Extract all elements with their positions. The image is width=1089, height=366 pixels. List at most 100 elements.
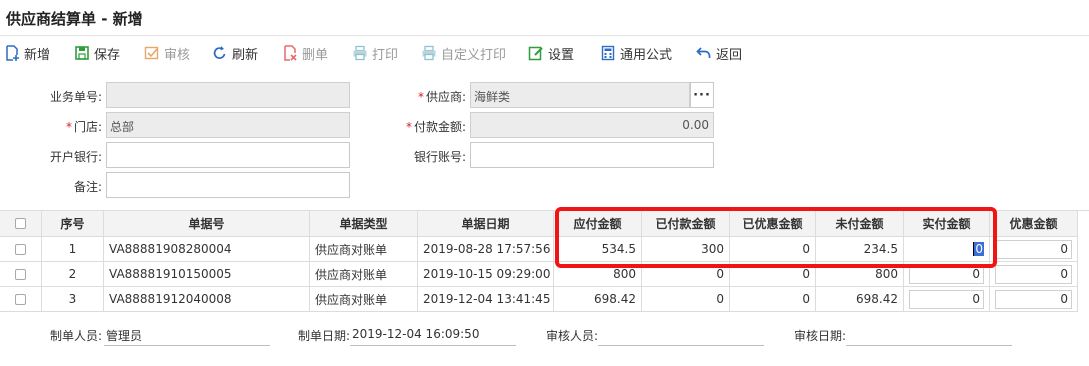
row-select[interactable]: [0, 287, 42, 312]
created-date-value: 2019-12-04 16:09:50: [350, 324, 516, 346]
cell-discounted: 0: [730, 237, 816, 262]
remark-field[interactable]: [106, 172, 350, 198]
refresh-button[interactable]: 刷新: [212, 43, 258, 63]
cell-unpaid: 234.5: [816, 237, 904, 262]
cell-date: 2019-08-28 17:57:56: [418, 237, 554, 262]
checkbox[interactable]: [15, 218, 26, 229]
bank-label: 开户银行:: [49, 150, 102, 164]
delete-label: 删单: [302, 47, 329, 63]
delete-doc-icon: [282, 45, 298, 61]
creator-value: 管理员: [104, 324, 270, 346]
page-title: 供应商结算单 - 新增: [6, 10, 143, 28]
auditor-value: [598, 324, 764, 346]
title-bar: 供应商结算单 - 新增: [0, 0, 1089, 36]
col-docno[interactable]: 单据号: [104, 211, 310, 237]
bizno-label: 业务单号:: [49, 90, 102, 104]
cell-actual[interactable]: 0: [904, 262, 990, 287]
audit-check-icon: [144, 45, 160, 61]
auditor-label: 审核人员:: [546, 329, 599, 343]
account-field[interactable]: [470, 142, 714, 168]
checkbox[interactable]: [15, 293, 26, 305]
table-row[interactable]: 1 VA88881908280004 供应商对账单 2019-08-28 17:…: [0, 237, 1089, 262]
col-payable[interactable]: 应付金额: [554, 211, 642, 237]
cell-docno: VA88881910150005: [104, 262, 310, 287]
payamt-field[interactable]: 0.00: [470, 112, 714, 138]
cell-paid: 0: [642, 287, 730, 312]
formula-button[interactable]: 通用公式: [600, 43, 672, 63]
discount-input[interactable]: 0: [995, 264, 1072, 284]
created-date-label: 制单日期:: [298, 329, 351, 343]
cell-actual[interactable]: 0: [904, 287, 990, 312]
cell-type: 供应商对账单: [310, 287, 418, 312]
col-seq[interactable]: 序号: [42, 211, 104, 237]
actual-input[interactable]: 0: [909, 289, 984, 309]
toolbar: 新增 保存 审核 刷新 删单 打印 自定义打印 设置 通用公式 返回: [0, 37, 1089, 69]
cell-discounted: 0: [730, 287, 816, 312]
cell-discount[interactable]: 0: [990, 262, 1078, 287]
col-unpaid[interactable]: 未付金额: [816, 211, 904, 237]
printer-icon: [421, 45, 437, 61]
store-field[interactable]: 总部: [106, 112, 350, 138]
audit-date-label: 审核日期:: [794, 329, 847, 343]
checkbox[interactable]: [15, 243, 26, 255]
print-button[interactable]: 打印: [352, 43, 398, 63]
cell-date: 2019-10-15 09:29:00: [418, 262, 554, 287]
cell-seq: 2: [42, 262, 104, 287]
cell-payable: 698.42: [554, 287, 642, 312]
discount-input[interactable]: 0: [995, 239, 1072, 259]
row-select[interactable]: [0, 262, 42, 287]
discount-input[interactable]: 0: [995, 289, 1072, 309]
col-actual[interactable]: 实付金额: [904, 211, 990, 237]
add-button[interactable]: 新增: [4, 43, 50, 63]
col-paid[interactable]: 已付款金额: [642, 211, 730, 237]
cell-docno: VA88881912040008: [104, 287, 310, 312]
remark-label: 备注:: [73, 180, 102, 194]
delete-button[interactable]: 删单: [282, 43, 328, 63]
calculator-icon: [600, 45, 616, 61]
col-type[interactable]: 单据类型: [310, 211, 418, 237]
account-label: 银行账号:: [413, 150, 466, 164]
cell-paid: 0: [642, 262, 730, 287]
edit-settings-icon: [528, 45, 544, 61]
cell-payable: 534.5: [554, 237, 642, 262]
col-discount[interactable]: 优惠金额: [990, 211, 1078, 237]
bank-field[interactable]: [106, 142, 350, 168]
settings-button[interactable]: 设置: [528, 43, 574, 63]
actual-input-selected[interactable]: 0: [973, 242, 984, 256]
audit-label: 审核: [164, 47, 191, 63]
grid-header: 序号 单据号 单据类型 单据日期 应付金额 已付款金额 已优惠金额 未付金额 实…: [0, 210, 1089, 237]
cell-actual[interactable]: 0: [904, 237, 990, 262]
save-button[interactable]: 保存: [74, 43, 120, 63]
checkbox[interactable]: [15, 268, 26, 280]
actual-input[interactable]: 0: [909, 264, 984, 284]
payamt-label: * 付款金额:: [405, 120, 466, 134]
table-row[interactable]: 2 VA88881910150005 供应商对账单 2019-10-15 09:…: [0, 262, 1089, 287]
supplier-label: * 供应商:: [417, 90, 466, 104]
back-button[interactable]: 返回: [696, 43, 742, 63]
col-date[interactable]: 单据日期: [418, 211, 554, 237]
cell-discount[interactable]: 0: [990, 287, 1078, 312]
formula-label: 通用公式: [620, 47, 673, 63]
printer-icon: [352, 45, 368, 61]
cell-unpaid: 800: [816, 262, 904, 287]
custom-print-button[interactable]: 自定义打印: [421, 43, 506, 63]
col-discounted[interactable]: 已优惠金额: [730, 211, 816, 237]
store-label: * 门店:: [65, 120, 102, 134]
cell-discount[interactable]: 0: [990, 237, 1078, 262]
bizno-field[interactable]: [106, 82, 350, 108]
table-row[interactable]: 3 VA88881912040008 供应商对账单 2019-12-04 13:…: [0, 287, 1089, 312]
back-label: 返回: [716, 47, 743, 63]
cell-paid: 300: [642, 237, 730, 262]
supplier-lookup-button[interactable]: ···: [690, 82, 714, 108]
save-icon: [74, 45, 90, 61]
custom-print-label: 自定义打印: [441, 47, 507, 63]
row-select[interactable]: [0, 237, 42, 262]
supplier-field[interactable]: 海鲜类: [470, 82, 690, 108]
cell-date: 2019-12-04 13:41:45: [418, 287, 554, 312]
cell-discounted: 0: [730, 262, 816, 287]
cell-seq: 1: [42, 237, 104, 262]
settings-label: 设置: [548, 47, 575, 63]
audit-button[interactable]: 审核: [144, 43, 190, 63]
header-select-all[interactable]: [0, 211, 42, 237]
refresh-label: 刷新: [232, 47, 259, 63]
